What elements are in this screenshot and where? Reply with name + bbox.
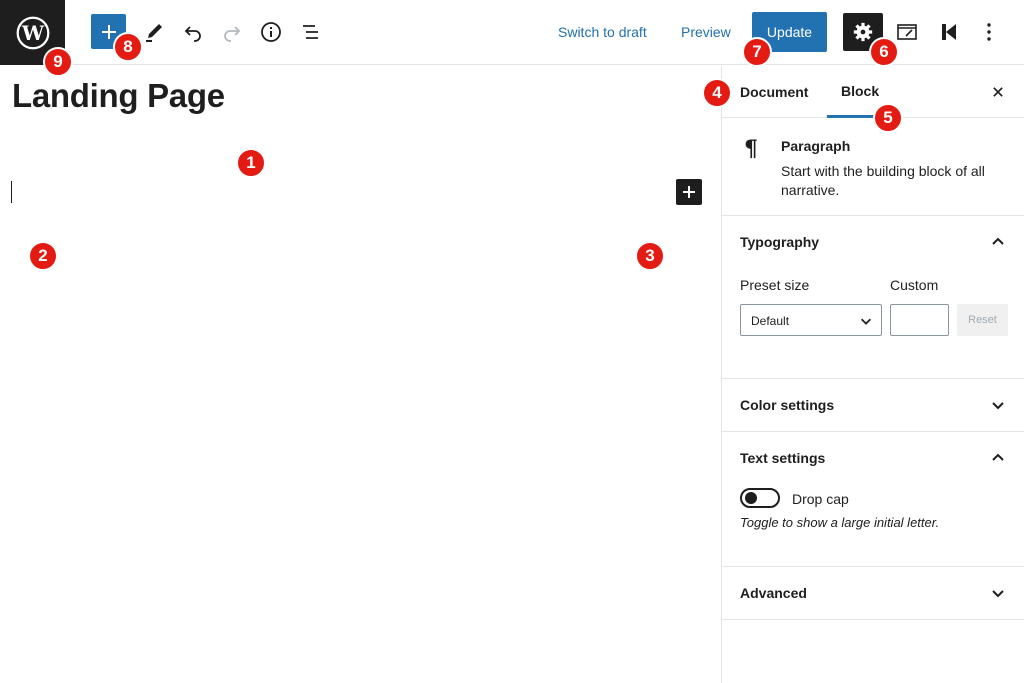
preset-size-label: Preset size: [740, 277, 810, 293]
annotation-badge-8: 8: [113, 32, 143, 62]
custom-size-label: Custom: [890, 277, 939, 293]
plus-icon: [683, 186, 695, 198]
wordpress-logo-icon: W: [16, 16, 49, 49]
chevron-up-icon: [992, 237, 1004, 245]
chevron-down-icon: [861, 318, 871, 325]
close-sidebar-button[interactable]: [986, 80, 1010, 104]
preview-link[interactable]: Preview: [681, 24, 731, 40]
pilcrow-icon: ¶: [744, 136, 758, 162]
details-button[interactable]: [253, 14, 289, 50]
close-icon: [993, 87, 1003, 97]
annotation-badge-9: 9: [43, 47, 73, 77]
plugin-button[interactable]: [931, 14, 967, 50]
panel-title: Color settings: [740, 397, 835, 413]
chevron-down-icon: [992, 590, 1004, 598]
annotation-badge-2: 2: [28, 241, 58, 271]
more-vertical-icon: [987, 23, 991, 41]
settings-sidebar: Document Block ¶ Paragraph Start with th…: [721, 66, 1024, 683]
inline-add-block-button[interactable]: [676, 179, 702, 205]
color-settings-panel: Color settings: [722, 379, 1024, 432]
chevron-down-icon: [992, 402, 1004, 410]
panel-title: Text settings: [740, 450, 826, 466]
annotation-badge-5: 5: [873, 103, 903, 133]
block-card: ¶ Paragraph Start with the building bloc…: [722, 118, 1024, 216]
page-title[interactable]: Landing Page: [12, 77, 225, 115]
more-options-button[interactable]: [971, 14, 1007, 50]
panel-title: Advanced: [740, 585, 807, 601]
preset-size-select[interactable]: Default: [740, 304, 882, 336]
redo-icon: [224, 26, 241, 42]
sidebar-tabs: Document Block: [722, 66, 1024, 118]
chevron-up-icon: [992, 453, 1004, 461]
tab-document[interactable]: Document: [726, 66, 822, 118]
toggle-knob: [745, 492, 757, 504]
text-cursor: [11, 181, 12, 203]
text-settings-panel-toggle[interactable]: Text settings: [722, 432, 1024, 484]
redo-button[interactable]: [214, 14, 250, 50]
annotation-badge-1: 1: [236, 148, 266, 178]
k-logo-icon: [942, 24, 956, 40]
annotation-badge-4: 4: [702, 78, 732, 108]
pencil-icon: [146, 24, 162, 42]
annotation-badge-6: 6: [869, 37, 899, 67]
block-description: Start with the building block of all nar…: [781, 163, 985, 198]
drop-cap-label: Drop cap: [792, 491, 849, 507]
gear-icon: [853, 22, 873, 42]
typography-panel-toggle[interactable]: Typography: [722, 216, 1024, 268]
undo-button[interactable]: [175, 14, 211, 50]
undo-icon: [184, 26, 201, 42]
reset-button[interactable]: Reset: [957, 304, 1008, 336]
annotation-badge-7: 7: [742, 37, 772, 67]
typography-panel: Typography: [722, 216, 1024, 379]
editor-canvas[interactable]: [0, 66, 721, 683]
svg-text:W: W: [20, 21, 44, 45]
color-settings-panel-toggle[interactable]: Color settings: [722, 379, 1024, 431]
panel-title: Typography: [740, 234, 820, 250]
info-icon: [261, 22, 281, 42]
list-view-icon: [303, 25, 318, 39]
drop-cap-help: Toggle to show a large initial letter.: [740, 515, 940, 530]
advanced-panel-toggle[interactable]: Advanced: [722, 567, 1024, 619]
block-name: Paragraph: [781, 138, 851, 154]
switch-to-draft-link[interactable]: Switch to draft: [558, 24, 647, 40]
drop-cap-toggle[interactable]: [740, 488, 780, 508]
custom-size-input[interactable]: [890, 304, 949, 336]
advanced-panel: Advanced: [722, 567, 1024, 620]
block-navigation-button[interactable]: [293, 14, 329, 50]
annotation-badge-3: 3: [635, 241, 665, 271]
sidebar-square-icon: [897, 24, 917, 40]
preset-size-value: Default: [751, 314, 790, 328]
